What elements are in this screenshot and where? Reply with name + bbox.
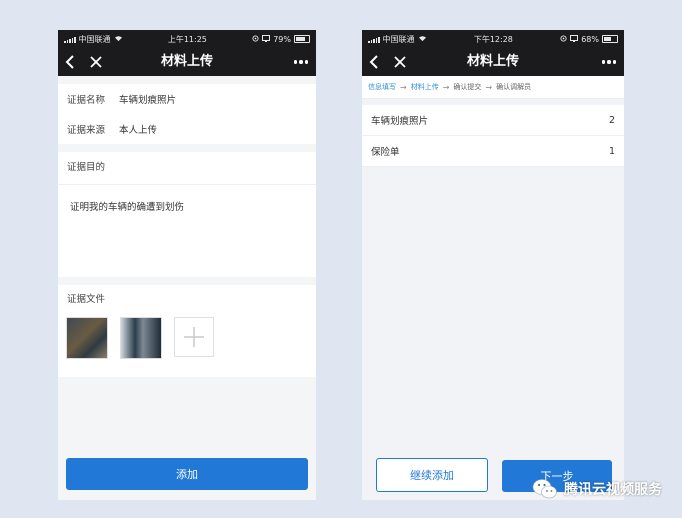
phone-screen-left: 中国联通 上午11:25 79% 材料上传 证据名称 车辆划痕照片 证据来源 本… (58, 30, 316, 500)
watermark: 腾讯云视频服务 (532, 478, 662, 500)
nav-bar: 材料上传 (58, 48, 316, 76)
materials-list: 车辆划痕照片 2 保险单 1 (362, 105, 624, 167)
close-icon[interactable] (390, 48, 410, 76)
status-time: 上午11:25 (167, 34, 207, 44)
files-section: 证据文件 (58, 285, 316, 377)
step-confirm-submit: 确认提交 (453, 83, 482, 91)
evidence-source-value: 本人上传 (119, 125, 158, 136)
carrier-label: 中国联通 (78, 34, 111, 44)
evidence-source-label: 证据来源 (67, 125, 106, 136)
step-confirm-mediator: 确认调解员 (496, 83, 532, 91)
close-icon[interactable] (86, 48, 106, 76)
evidence-info-section: 证据名称 车辆划痕照片 证据来源 本人上传 (58, 84, 316, 144)
back-icon[interactable] (364, 48, 384, 76)
arrow-right-icon: → (485, 82, 493, 92)
material-name: 车辆划痕照片 (371, 116, 429, 127)
phone-screen-right: 中国联通 下午12:28 68% 材料上传 信息填写 → 材料上传 → 确认提交… (362, 30, 624, 500)
back-icon[interactable] (60, 48, 80, 76)
progress-steps: 信息填写 → 材料上传 → 确认提交 → 确认调解员 (362, 76, 624, 99)
status-time: 下午12:28 (473, 34, 513, 44)
add-button[interactable]: 添加 (66, 458, 308, 490)
alarm-icon (252, 34, 259, 44)
status-bar: 中国联通 上午11:25 79% (58, 30, 316, 48)
purpose-label: 证据目的 (58, 152, 316, 185)
arrow-right-icon: → (400, 82, 407, 92)
purpose-section: 证据目的 证明我的车辆的确遭到划伤 (58, 152, 316, 277)
battery-icon (294, 35, 310, 43)
evidence-name-value: 车辆划痕照片 (119, 95, 177, 106)
wechat-logo-icon (532, 478, 558, 500)
plus-icon (184, 327, 204, 347)
signal-icon (64, 36, 76, 43)
evidence-photo-thumbnail[interactable] (66, 317, 108, 359)
list-item[interactable]: 保险单 1 (362, 136, 624, 167)
add-photo-button[interactable] (174, 317, 214, 357)
purpose-textarea[interactable]: 证明我的车辆的确遭到划伤 (58, 185, 316, 277)
more-icon[interactable] (598, 48, 620, 76)
wifi-icon (114, 35, 123, 44)
material-count: 1 (608, 145, 615, 157)
signal-icon (368, 36, 380, 43)
files-label: 证据文件 (67, 294, 106, 305)
evidence-name-label: 证据名称 (67, 95, 106, 106)
list-item[interactable]: 车辆划痕照片 2 (362, 105, 624, 136)
continue-add-button[interactable]: 继续添加 (376, 458, 488, 492)
material-count: 2 (608, 114, 615, 126)
step-info-fill: 信息填写 (368, 83, 396, 91)
evidence-photo-thumbnail[interactable] (120, 317, 162, 359)
evidence-source-row[interactable]: 证据来源 本人上传 (58, 114, 316, 144)
wifi-icon (418, 35, 427, 44)
nav-bar: 材料上传 (362, 48, 624, 76)
more-icon[interactable] (290, 48, 312, 76)
carrier-label: 中国联通 (382, 34, 415, 44)
screen-icon (262, 34, 271, 44)
battery-percent: 68% (581, 34, 599, 44)
evidence-name-row[interactable]: 证据名称 车辆划痕照片 (58, 84, 316, 114)
step-material-upload: 材料上传 (410, 83, 439, 91)
material-name: 保险单 (371, 147, 400, 158)
arrow-right-icon: → (442, 82, 450, 92)
status-bar: 中国联通 下午12:28 68% (362, 30, 624, 48)
watermark-text: 腾讯云视频服务 (564, 482, 662, 498)
battery-percent: 79% (273, 34, 291, 44)
battery-icon (602, 35, 618, 43)
screen-icon (570, 34, 579, 44)
alarm-icon (560, 34, 567, 44)
